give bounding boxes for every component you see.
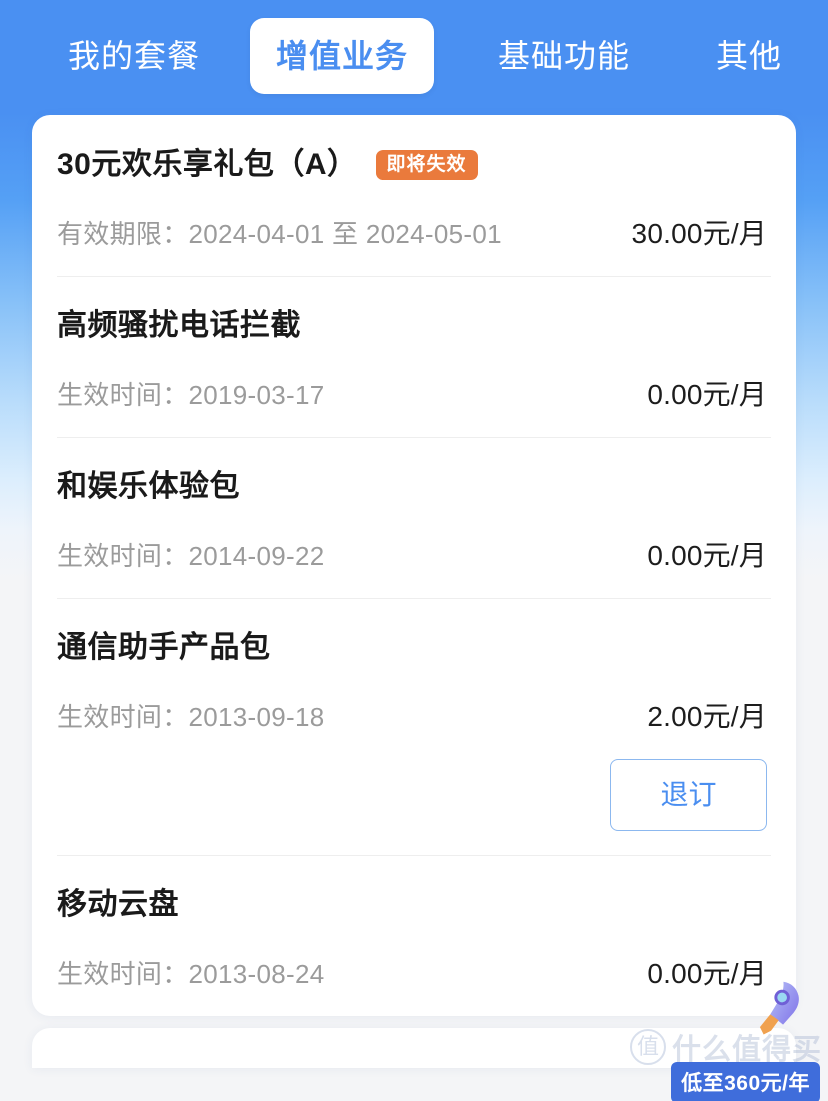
list-item[interactable]: 移动云盘 生效时间：2013-08-24 0.00元/月	[57, 855, 771, 1016]
tab-other[interactable]: 其他	[688, 40, 810, 72]
service-date: 生效时间：2013-09-18	[57, 697, 325, 734]
page-root: 我的套餐 增值业务 基础功能 其他 30元欢乐享礼包（A） 即将失效 有效期限：…	[0, 0, 828, 1101]
service-date-value: 2014-09-22	[188, 541, 325, 571]
list-item[interactable]: 高频骚扰电话拦截 生效时间：2019-03-17 0.00元/月	[57, 276, 771, 437]
list-item[interactable]: 30元欢乐享礼包（A） 即将失效 有效期限：2024-04-01 至 2024-…	[57, 115, 771, 276]
next-card-peek	[32, 1028, 796, 1068]
service-meta: 生效时间：2019-03-17 0.00元/月	[57, 373, 771, 413]
service-date-label: 生效时间：	[57, 380, 189, 410]
service-date-value: 2013-09-18	[188, 702, 325, 732]
service-meta: 生效时间：2013-09-18 2.00元/月	[57, 695, 771, 735]
service-meta: 有效期限：2024-04-01 至 2024-05-01 30.00元/月	[57, 212, 771, 252]
service-date-label: 生效时间：	[57, 702, 189, 732]
service-price: 0.00元/月	[647, 958, 767, 989]
service-date: 生效时间：2013-08-24	[57, 954, 325, 991]
unsubscribe-button[interactable]: 退订	[610, 759, 767, 831]
service-date-label: 生效时间：	[57, 541, 189, 571]
service-header: 通信助手产品包	[57, 628, 771, 668]
tab-value-added-services[interactable]: 增值业务	[250, 18, 435, 94]
service-price: 0.00元/月	[647, 540, 767, 571]
service-title: 移动云盘	[57, 888, 179, 921]
service-title: 高频骚扰电话拦截	[57, 309, 301, 342]
service-header: 30元欢乐享礼包（A） 即将失效	[57, 145, 771, 185]
service-actions: 退订	[57, 759, 771, 831]
service-date-value: 2024-04-01 至 2024-05-01	[188, 219, 502, 249]
tab-my-plan[interactable]: 我的套餐	[40, 40, 228, 72]
service-date-label: 生效时间：	[57, 959, 189, 989]
tab-basic-functions[interactable]: 基础功能	[470, 40, 658, 72]
service-title: 和娱乐体验包	[57, 470, 240, 503]
tab-bar: 我的套餐 增值业务 基础功能 其他	[0, 0, 828, 112]
service-date: 生效时间：2014-09-22	[57, 536, 325, 573]
service-list-card: 30元欢乐享礼包（A） 即将失效 有效期限：2024-04-01 至 2024-…	[32, 115, 796, 1016]
service-date-value: 2013-08-24	[188, 959, 325, 989]
list-item[interactable]: 和娱乐体验包 生效时间：2014-09-22 0.00元/月	[57, 437, 771, 598]
service-date-value: 2019-03-17	[188, 380, 325, 410]
service-price: 30.00元/月	[631, 218, 767, 249]
service-date-label: 有效期限：	[57, 219, 189, 249]
service-meta: 生效时间：2014-09-22 0.00元/月	[57, 534, 771, 574]
service-price: 2.00元/月	[647, 701, 767, 732]
service-title: 通信助手产品包	[57, 631, 271, 664]
service-price: 0.00元/月	[647, 379, 767, 410]
service-date: 有效期限：2024-04-01 至 2024-05-01	[57, 214, 502, 251]
service-header: 高频骚扰电话拦截	[57, 306, 771, 346]
service-date: 生效时间：2019-03-17	[57, 375, 325, 412]
list-item[interactable]: 通信助手产品包 生效时间：2013-09-18 2.00元/月 退订	[57, 598, 771, 855]
service-title: 30元欢乐享礼包（A）	[57, 148, 358, 181]
service-meta: 生效时间：2013-08-24 0.00元/月	[57, 952, 771, 992]
status-badge: 即将失效	[375, 150, 478, 180]
service-header: 移动云盘	[57, 885, 771, 925]
service-header: 和娱乐体验包	[57, 467, 771, 507]
